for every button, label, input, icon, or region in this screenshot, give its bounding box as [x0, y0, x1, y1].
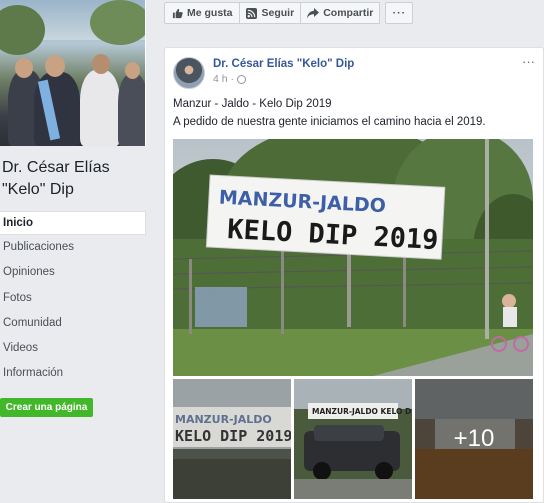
banner-scene-illustration: MANZUR-JALDO KELO DIP 2019 — [173, 139, 533, 376]
page-nav: Inicio Publicaciones Opiniones Fotos Com… — [0, 211, 146, 387]
globe-icon — [237, 74, 247, 84]
page-name[interactable]: Dr. César Elías "Kelo" Dip — [2, 157, 148, 201]
thumb1-text-a: MANZUR-JALDO — [175, 413, 272, 426]
thumbnail-2-image: MANZUR-JALDO KELO DIP 2019 — [294, 379, 412, 499]
nav-item-fotos[interactable]: Fotos — [0, 286, 146, 311]
share-button[interactable]: Compartir — [300, 2, 381, 24]
post-text-line-2: A pedido de nuestra gente iniciamos el c… — [173, 116, 486, 128]
follow-label: Seguir — [261, 7, 295, 19]
nav-item-videos[interactable]: Videos — [0, 336, 146, 361]
left-sidebar: Dr. César Elías "Kelo" Dip Inicio Public… — [0, 0, 153, 503]
post-timestamp[interactable]: 4 h · — [213, 73, 234, 85]
like-button[interactable]: Me gusta — [164, 2, 240, 24]
profile-cover-photo[interactable] — [0, 0, 146, 146]
thumbnail-photo-1[interactable]: MANZUR-JALDO KELO DIP 2019 — [173, 379, 291, 499]
follow-button[interactable]: Seguir — [238, 2, 302, 24]
page-action-bar: Me gusta Seguir Compartir ··· — [164, 2, 414, 24]
nav-item-comunidad[interactable]: Comunidad — [0, 311, 146, 336]
post-meta: 4 h · — [213, 73, 247, 85]
like-label: Me gusta — [187, 7, 233, 19]
post-author-name[interactable]: Dr. César Elías "Kelo" Dip — [213, 58, 354, 70]
nav-item-informacion[interactable]: Información — [0, 361, 146, 386]
thumbnail-1-image: MANZUR-JALDO KELO DIP 2019 — [173, 379, 291, 499]
more-options-button[interactable]: ··· — [385, 2, 414, 24]
post-card: Dr. César Elías "Kelo" Dip 4 h · ··· Man… — [164, 47, 544, 503]
more-photos-overlay[interactable]: +10 — [415, 379, 533, 499]
share-arrow-icon — [307, 7, 320, 19]
photo-thumbnails: MANZUR-JALDO KELO DIP 2019 MANZUR-JALDO … — [173, 379, 533, 499]
nav-item-opiniones[interactable]: Opiniones — [0, 260, 146, 285]
thumbnail-photo-2[interactable]: MANZUR-JALDO KELO DIP 2019 — [294, 379, 412, 499]
thumb1-text-b: KELO DIP 2019 — [175, 427, 291, 445]
post-main-photo[interactable]: MANZUR-JALDO KELO DIP 2019 — [173, 139, 533, 376]
create-page-button[interactable]: Crear una página — [0, 398, 93, 417]
share-label: Compartir — [323, 7, 374, 19]
rss-icon — [246, 7, 258, 19]
thumbnail-photo-3[interactable]: +10 — [415, 379, 533, 499]
nav-item-inicio[interactable]: Inicio — [0, 211, 146, 235]
post-text-line-1: Manzur - Jaldo - Kelo Dip 2019 — [173, 98, 332, 110]
author-avatar[interactable] — [173, 57, 205, 89]
nav-item-publicaciones[interactable]: Publicaciones — [0, 235, 146, 260]
post-menu-button[interactable]: ··· — [522, 54, 535, 69]
thumbs-up-icon — [171, 7, 183, 19]
svg-text:MANZUR-JALDO KELO DIP 2019: MANZUR-JALDO KELO DIP 2019 — [312, 407, 412, 416]
